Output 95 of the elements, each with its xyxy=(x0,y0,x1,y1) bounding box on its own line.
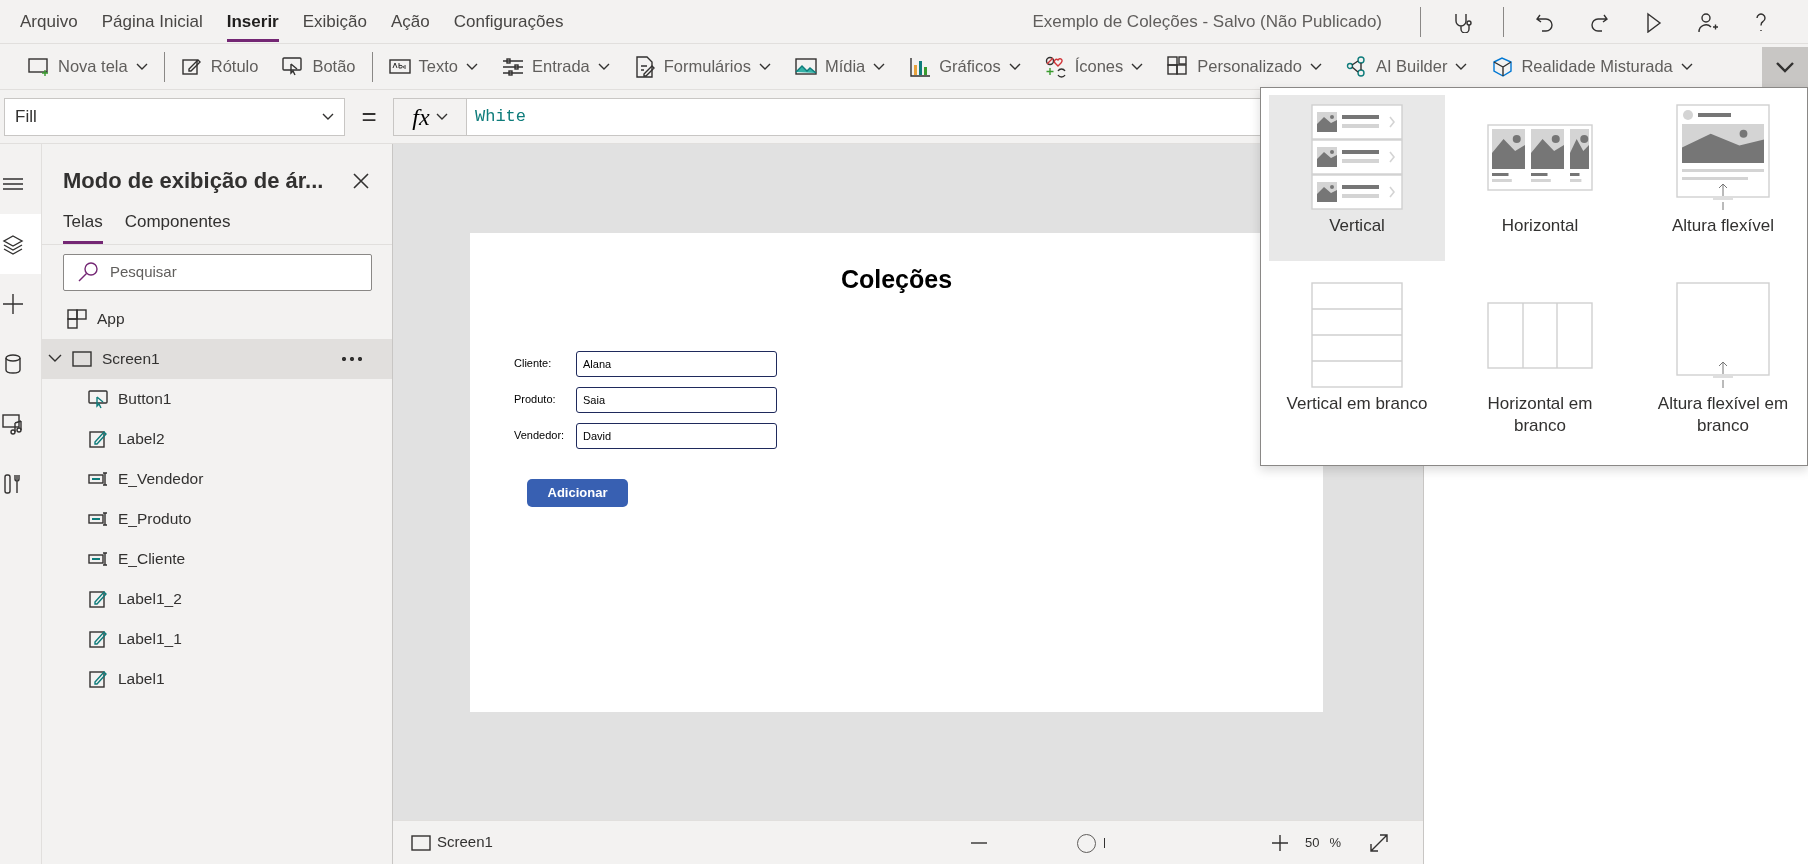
image-icon xyxy=(794,55,817,78)
toolbar-button[interactable]: Rótulo xyxy=(172,50,267,83)
new-screen-icon xyxy=(28,55,50,78)
toolbar-button[interactable]: Mídia xyxy=(786,50,894,83)
chevron-down-icon xyxy=(1775,60,1795,73)
sliders-icon xyxy=(502,55,524,78)
icons-icon xyxy=(1044,55,1067,78)
gallery-option[interactable]: Altura flexível em branco xyxy=(1635,273,1808,439)
chevron-down-icon xyxy=(873,62,886,71)
chevron-down-icon xyxy=(48,354,62,363)
menu-tab[interactable]: Configurações xyxy=(453,0,564,43)
toolbar-button[interactable]: Texto xyxy=(380,50,486,83)
toolbar-button[interactable]: Entrada xyxy=(494,50,618,83)
toolbar-button[interactable]: Nova tela xyxy=(20,50,156,83)
chevron-down-icon xyxy=(1131,62,1144,71)
screen-heading: Coleções xyxy=(839,264,954,295)
tree-item[interactable]: Button1 xyxy=(42,378,392,419)
toolbar-button[interactable]: Gráficos xyxy=(901,50,1029,83)
toolbar-button[interactable]: Realidade Misturada xyxy=(1483,50,1701,83)
plus-icon[interactable] xyxy=(1270,834,1289,853)
plus-icon xyxy=(2,293,24,315)
chevron-down-icon xyxy=(322,112,334,121)
toolbar-button[interactable]: Personalizado xyxy=(1159,50,1330,83)
gallery-option[interactable]: Vertical xyxy=(1269,95,1445,261)
toolbar-button[interactable]: Ícones xyxy=(1036,50,1152,83)
chevron-down-icon xyxy=(135,62,148,71)
chevron-down-icon xyxy=(435,112,448,121)
zoom-unit: % xyxy=(1329,833,1341,852)
chevron-down-icon xyxy=(758,62,771,71)
screen-name: Screen1 xyxy=(437,832,493,853)
button-icon xyxy=(88,388,108,409)
toolbar-button[interactable]: AI Builder xyxy=(1337,50,1476,83)
layers-icon xyxy=(2,233,24,255)
tree-item[interactable]: Label2 xyxy=(42,418,392,459)
tree-item[interactable]: Screen1 xyxy=(42,338,392,379)
panel-title: Modo de exibição de ár... xyxy=(63,167,324,195)
chevron-down-icon xyxy=(1309,62,1322,71)
tree-item[interactable]: Label1_1 xyxy=(42,618,392,659)
edit-icon xyxy=(88,588,108,609)
menu-tab[interactable]: Página Inicial xyxy=(101,0,203,43)
chevron-down-icon xyxy=(466,62,478,71)
text-input[interactable]: David xyxy=(576,422,777,449)
menu-tab[interactable]: Arquivo xyxy=(20,0,78,43)
tree-item[interactable]: Label1 xyxy=(42,658,392,699)
tree-item[interactable]: Label1_2 xyxy=(42,578,392,619)
cylinder-icon xyxy=(2,353,24,375)
chevron-down-icon xyxy=(1008,62,1021,71)
edit-icon xyxy=(88,628,108,649)
components-icon xyxy=(1167,55,1190,78)
edit-icon xyxy=(88,428,108,449)
more-icon[interactable] xyxy=(342,356,362,361)
field-label: Vendedor: xyxy=(514,428,566,444)
text-input[interactable]: Saia xyxy=(576,386,777,413)
chevron-down-icon xyxy=(1455,62,1468,71)
search-field[interactable]: Pesquisar xyxy=(63,253,372,291)
add-button[interactable]: Adicionar xyxy=(527,478,628,507)
person-add-icon[interactable] xyxy=(1696,11,1718,34)
gallery-option[interactable]: Vertical em branco xyxy=(1269,273,1445,439)
edit-icon xyxy=(88,668,108,689)
expand-icon[interactable] xyxy=(1369,833,1389,854)
cube-icon xyxy=(1491,55,1514,78)
field-label: Cliente: xyxy=(514,356,553,372)
button-icon xyxy=(282,55,305,78)
app-icon xyxy=(67,308,87,329)
tree-item[interactable]: App xyxy=(42,298,392,339)
chevron-down-icon xyxy=(1680,62,1693,71)
tree-item[interactable]: E_Cliente xyxy=(42,538,392,579)
menu-tab[interactable]: Ação xyxy=(391,0,430,43)
toolbar-button[interactable]: Formulários xyxy=(625,50,779,83)
menu-tab[interactable]: Inserir xyxy=(226,0,279,43)
rail-button[interactable] xyxy=(0,214,41,274)
tree-item[interactable]: E_Produto xyxy=(42,498,392,539)
overflow-button[interactable] xyxy=(1762,46,1808,87)
slider-thumb[interactable] xyxy=(1077,833,1097,853)
media-icon xyxy=(2,413,24,435)
bar-chart-icon xyxy=(909,55,932,78)
toolbar-button[interactable]: Botão xyxy=(274,50,364,83)
field-label: Produto: xyxy=(514,392,557,408)
function-button[interactable]: fx xyxy=(393,97,467,136)
form-icon xyxy=(633,55,656,78)
panel-tab[interactable]: Componentes xyxy=(124,205,231,244)
screen-icon xyxy=(411,833,431,852)
tree-item[interactable]: E_Vendedor xyxy=(42,458,392,499)
chevron-down-icon xyxy=(597,62,610,71)
document-title: Exemplo de Coleções - Salvo (Não Publicado) xyxy=(1032,10,1382,33)
property-dropdown[interactable]: Fill xyxy=(4,97,345,136)
zoom-value: 50 xyxy=(1304,833,1320,852)
close-icon[interactable] xyxy=(352,172,370,191)
gallery-option[interactable]: Horizontal em branco xyxy=(1452,273,1628,439)
text-input[interactable]: Alana xyxy=(576,350,777,377)
menu-tab[interactable]: Exibição xyxy=(302,0,367,43)
nodes-icon xyxy=(1345,55,1368,78)
screen-icon xyxy=(72,348,92,369)
equals-sign: = xyxy=(360,100,378,133)
panel-tab[interactable]: Telas xyxy=(63,205,103,244)
